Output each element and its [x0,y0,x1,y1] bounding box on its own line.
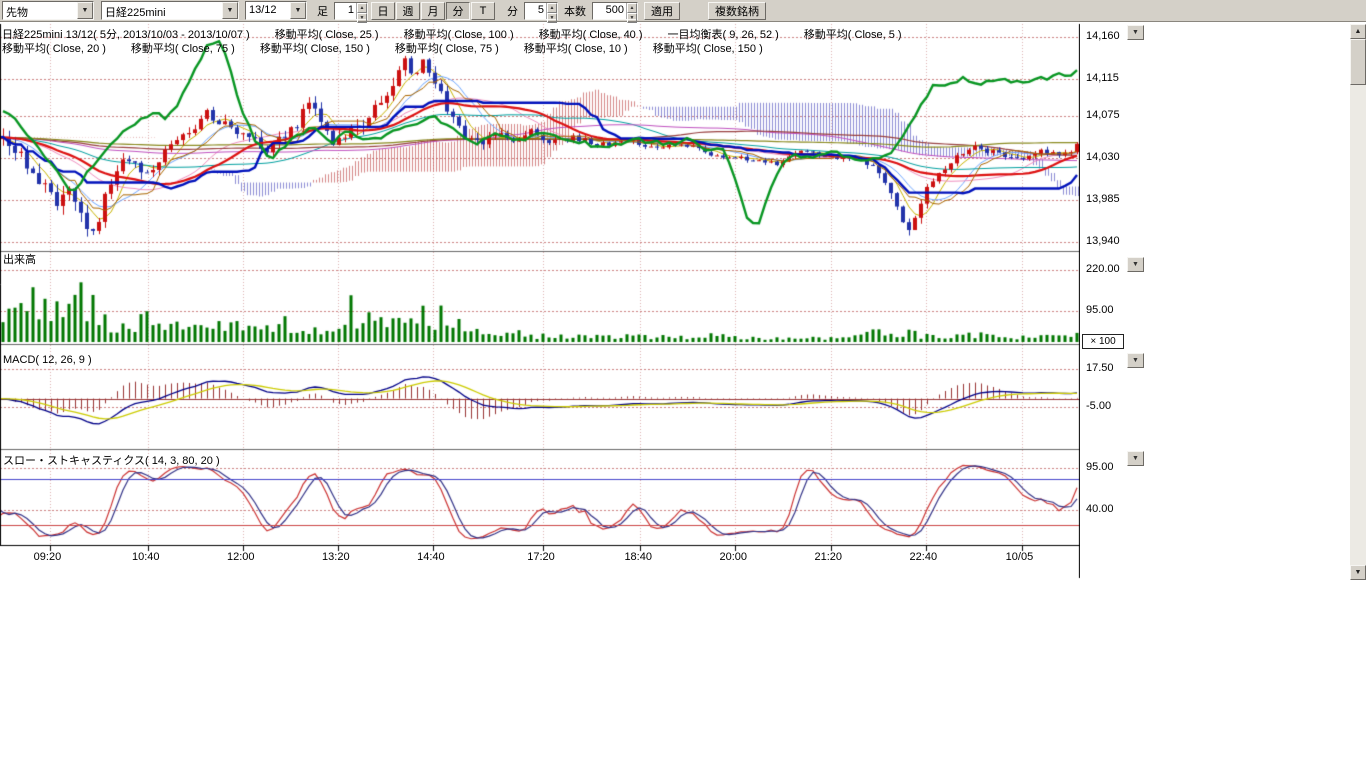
toolbar: 先物 ▼ 日経225mini ▼ 13/12 ▼ 足 1 ▲▼ 日週月分T 分 … [0,0,1366,22]
vertical-scrollbar[interactable]: ▲ ▼ [1350,24,1366,580]
period-button-T[interactable]: T [471,2,495,20]
chevron-down-icon[interactable]: ▼ [290,2,306,19]
stoch-axis-tick: 40.00 [1086,503,1114,515]
contract-month-select[interactable]: 13/12 ▼ [245,1,307,20]
bar-interval-input[interactable]: 1 ▲▼ [334,2,368,20]
bar-count-value: 500 [593,3,626,19]
chevron-down-icon[interactable]: ▼ [77,2,93,19]
volume-axis-tick: 220.00 [1086,263,1120,275]
scroll-down-button[interactable]: ▼ [1350,565,1366,580]
pane-indicator-menu-button[interactable]: ▼ [1127,353,1144,368]
scrollbar-thumb[interactable] [1350,39,1366,85]
minute-value-input[interactable]: 5 ▲▼ [524,2,558,20]
legend-item: 移動平均( Close, 75 ) [395,40,499,56]
price-axis-tick: 14,160 [1086,30,1120,42]
legend-item: 移動平均( Close, 5 ) [804,26,902,42]
pane-indicator-menu-button[interactable]: ▼ [1127,25,1144,40]
price-axis-tick: 14,115 [1086,72,1119,84]
chevron-down-icon[interactable]: ▼ [222,2,238,19]
macd-axis-tick: 17.50 [1086,362,1114,374]
period-button-週[interactable]: 週 [396,2,420,20]
minute-value: 5 [525,3,546,19]
spinner-arrows-icon[interactable]: ▲▼ [626,3,637,19]
chart-canvas[interactable] [0,0,1080,580]
scroll-up-button[interactable]: ▲ [1350,24,1366,39]
period-button-日[interactable]: 日 [371,2,395,20]
chart-application-window: 先物 ▼ 日経225mini ▼ 13/12 ▼ 足 1 ▲▼ 日週月分T 分 … [0,0,1366,768]
period-button-分[interactable]: 分 [446,2,470,20]
apply-button[interactable]: 適用 [644,2,680,20]
legend-item: 移動平均( Close, 150 ) [260,40,370,56]
pane-indicator-menu-button[interactable]: ▼ [1127,257,1144,272]
spinner-arrows-icon[interactable]: ▲▼ [356,3,367,19]
spinner-arrows-icon[interactable]: ▲▼ [546,3,557,19]
macd-axis-tick: -5.00 [1086,400,1111,412]
bar-type-label: 足 [317,3,328,19]
price-axis-tick: 14,030 [1086,151,1120,163]
minute-label: 分 [507,3,518,19]
bar-count-label: 本数 [564,3,586,19]
price-axis-tick: 13,985 [1086,193,1120,205]
period-button-group: 日週月分T [371,2,495,20]
macd-pane-label: MACD( 12, 26, 9 ) [3,354,92,366]
bar-count-input[interactable]: 500 ▲▼ [592,2,638,20]
volume-axis-tick: 95.00 [1086,304,1114,316]
multi-symbol-button[interactable]: 複数銘柄 [708,2,766,20]
instrument-select-value: 先物 [3,2,77,19]
legend-item: 移動平均( Close, 10 ) [524,40,628,56]
price-axis-tick: 14,075 [1086,109,1120,121]
instrument-select[interactable]: 先物 ▼ [2,1,94,20]
legend-item: 移動平均( Close, 150 ) [653,40,763,56]
arrow-down-icon: ▼ [1355,569,1362,576]
price-axis-tick: 13,940 [1086,235,1120,247]
symbol-select[interactable]: 日経225mini ▼ [101,1,239,20]
volume-pane-label: 出来高 [3,251,36,267]
stoch-axis-tick: 95.00 [1086,461,1114,473]
pane-indicator-menu-button[interactable]: ▼ [1127,451,1144,466]
stoch-pane-label: スロー・ストキャスティクス( 14, 3, 80, 20 ) [3,452,220,468]
bar-interval-value: 1 [335,3,356,19]
legend-item: 移動平均( Close, 75 ) [131,40,235,56]
legend-item: 移動平均( Close, 20 ) [2,40,106,56]
symbol-select-value: 日経225mini [102,2,222,19]
contract-month-value: 13/12 [246,2,290,19]
volume-multiplier-badge: × 100 [1082,334,1124,349]
legend-row-2: 移動平均( Close, 20 ) 移動平均( Close, 75 ) 移動平均( … [2,40,763,56]
period-button-月[interactable]: 月 [421,2,445,20]
arrow-up-icon: ▲ [1355,28,1362,35]
